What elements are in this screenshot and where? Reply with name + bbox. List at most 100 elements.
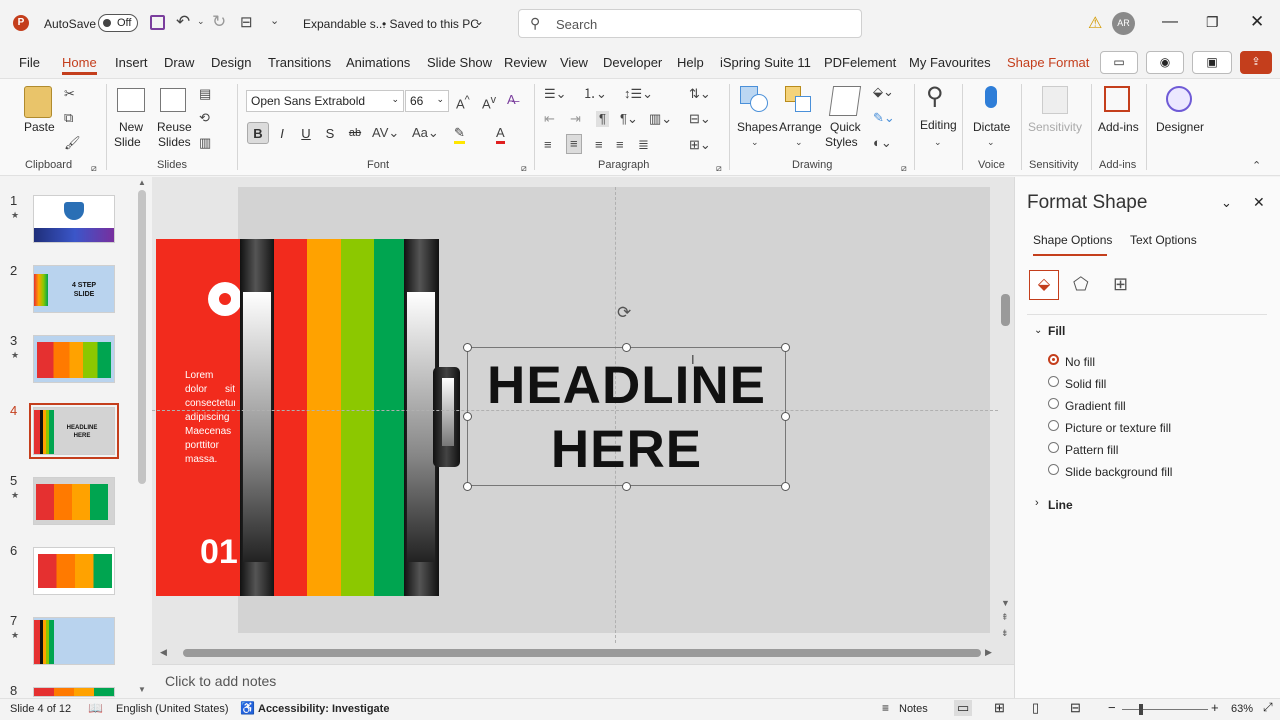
align-text-icon[interactable]: ⊟⌄ [689, 111, 711, 127]
format-painter-icon[interactable]: 🖌 [64, 135, 81, 151]
tab-slide-show[interactable]: Slide Show [427, 55, 492, 70]
shadow-button[interactable]: S [319, 122, 341, 144]
tab-design[interactable]: Design [211, 55, 251, 70]
char-spacing-icon[interactable]: AV⌄ [372, 125, 399, 141]
add-ins-icon[interactable] [1104, 86, 1130, 112]
quick-styles-label[interactable]: Quick [830, 120, 861, 135]
body-text[interactable]: Lorem dolor sit consectetur adipiscing M… [185, 369, 235, 469]
reuse-slides-label[interactable]: Reuse [157, 120, 192, 135]
minimize-icon[interactable]: — [1162, 13, 1178, 31]
editing-dropdown-icon[interactable]: ⌄ [934, 134, 942, 150]
arrange-icon[interactable] [785, 86, 813, 114]
bold-button[interactable]: B [247, 122, 269, 144]
step-number[interactable]: 01 [200, 533, 242, 572]
warning-icon[interactable]: ⚠ [1088, 13, 1102, 33]
highlight-icon[interactable]: ✎ [454, 125, 465, 144]
tab-pdfelement[interactable]: PDFelement [824, 55, 896, 70]
picture-fill-radio[interactable] [1048, 420, 1059, 431]
thumb-scroll-down-icon[interactable]: ▼ [138, 685, 146, 694]
font-size-combo[interactable]: 66 ⌄ [405, 90, 449, 112]
notes-pane[interactable]: Click to add notes [152, 664, 1014, 698]
change-case-icon[interactable]: Aa⌄ [412, 125, 439, 141]
shape-effects-icon[interactable]: ◐⌄ [873, 135, 892, 151]
distributed-icon[interactable]: ≣ [638, 137, 649, 153]
align-right-icon[interactable]: ≡ [595, 137, 603, 153]
restore-icon[interactable]: ❐ [1206, 14, 1219, 31]
share-button[interactable]: ⇪ [1240, 51, 1272, 74]
tab-shape-options[interactable]: Shape Options [1033, 233, 1112, 247]
tab-draw[interactable]: Draw [164, 55, 194, 70]
zoom-in-icon[interactable]: + [1211, 700, 1219, 715]
gradient-fill-label[interactable]: Gradient fill [1065, 399, 1126, 413]
pane-options-icon[interactable]: ⌄ [1221, 195, 1232, 211]
tab-view[interactable]: View [560, 55, 588, 70]
resize-handle[interactable] [781, 343, 790, 352]
line-spacing-icon[interactable]: ↕☰⌄ [624, 86, 653, 102]
slide-thumbnail-1[interactable] [33, 195, 115, 243]
pattern-fill-radio[interactable] [1048, 442, 1059, 453]
new-slide-icon[interactable] [117, 88, 145, 112]
font-color-icon[interactable]: A [496, 125, 505, 144]
resize-handle[interactable] [781, 482, 790, 491]
pane-close-icon[interactable]: ✕ [1253, 194, 1265, 211]
slide-background-fill-label[interactable]: Slide background fill [1065, 465, 1172, 479]
headline-line-1[interactable]: HEADLINE [468, 356, 785, 416]
resize-handle[interactable] [463, 482, 472, 491]
rotate-handle-icon[interactable]: ⟳ [617, 303, 631, 323]
columns-icon[interactable]: ▥⌄ [649, 111, 672, 127]
fill-header[interactable]: Fill [1048, 324, 1065, 338]
paste-icon[interactable] [24, 86, 52, 118]
search-box[interactable]: ⚲ Search [518, 9, 862, 38]
font-launcher-icon[interactable]: ⧄ [521, 160, 527, 176]
slide-thumbnail-8[interactable] [33, 687, 115, 697]
teams-button[interactable]: ▣ [1192, 51, 1232, 74]
shapes-dropdown-icon[interactable]: ⌄ [751, 134, 759, 150]
thumb-scroll-up-icon[interactable]: ▲ [138, 178, 146, 187]
scroll-right-icon[interactable]: ▶ [985, 647, 992, 658]
smartart-icon[interactable]: ⊞⌄ [689, 137, 711, 153]
accessibility-status[interactable]: Accessibility: Investigate [258, 703, 389, 715]
scroll-down-icon[interactable]: ▼ [1001, 598, 1010, 608]
tab-animations[interactable]: Animations [346, 55, 410, 70]
undo-dropdown-icon[interactable]: ⌄ [197, 16, 205, 27]
line-header[interactable]: Line [1048, 498, 1073, 512]
decrease-font-icon[interactable]: Av [482, 92, 496, 112]
resize-handle[interactable] [463, 412, 472, 421]
resize-handle[interactable] [781, 412, 790, 421]
underline-button[interactable]: U [295, 122, 317, 144]
fill-expand-icon[interactable]: ⌄ [1034, 325, 1042, 336]
tab-text-options[interactable]: Text Options [1130, 233, 1197, 247]
tab-shape-format[interactable]: Shape Format [1007, 55, 1089, 70]
undo-icon[interactable]: ↶ [176, 12, 190, 32]
present-icon[interactable]: ⊟ [240, 13, 253, 31]
next-slide-icon[interactable]: ⇟ [1001, 628, 1009, 639]
spelling-icon[interactable]: 📖 [88, 701, 103, 715]
line-expand-icon[interactable]: › [1035, 497, 1039, 509]
slide-thumbnail-5[interactable] [33, 477, 115, 525]
layout-icon[interactable]: ▤ [199, 86, 211, 102]
avatar[interactable]: AR [1112, 12, 1135, 35]
normal-view-icon[interactable]: ▭ [954, 700, 973, 716]
accessibility-icon[interactable]: ♿ [240, 701, 255, 715]
headline-textbox[interactable]: HEADLINE HERE [467, 347, 786, 486]
clipboard-launcher-icon[interactable]: ⧄ [91, 160, 97, 176]
new-slide-label-2[interactable]: Slide [114, 135, 141, 150]
notes-button[interactable]: Notes [899, 703, 928, 715]
solid-fill-label[interactable]: Solid fill [1065, 377, 1106, 391]
slide-thumbnail-2[interactable]: 4 STEP SLIDE [33, 265, 115, 313]
autosave-toggle[interactable]: Off [98, 14, 138, 32]
title-chevron-icon[interactable]: ⌄ [474, 14, 484, 28]
headline-line-2[interactable]: HERE [468, 420, 785, 480]
paste-button[interactable]: Paste [24, 120, 55, 135]
reset-icon[interactable]: ⟲ [199, 110, 210, 126]
shape-fill-icon[interactable]: ⬙⌄ [873, 84, 894, 100]
shapes-icon[interactable] [740, 86, 770, 116]
designer-icon[interactable] [1166, 86, 1192, 112]
quick-styles-label-2[interactable]: Styles [825, 135, 858, 150]
zoom-out-icon[interactable]: − [1108, 700, 1116, 715]
zoom-slider-track[interactable] [1122, 709, 1208, 710]
solid-fill-radio[interactable] [1048, 376, 1059, 387]
reuse-slides-icon[interactable] [160, 88, 186, 112]
comments-button[interactable]: ▭ [1100, 51, 1138, 74]
close-icon[interactable]: ✕ [1250, 12, 1264, 32]
